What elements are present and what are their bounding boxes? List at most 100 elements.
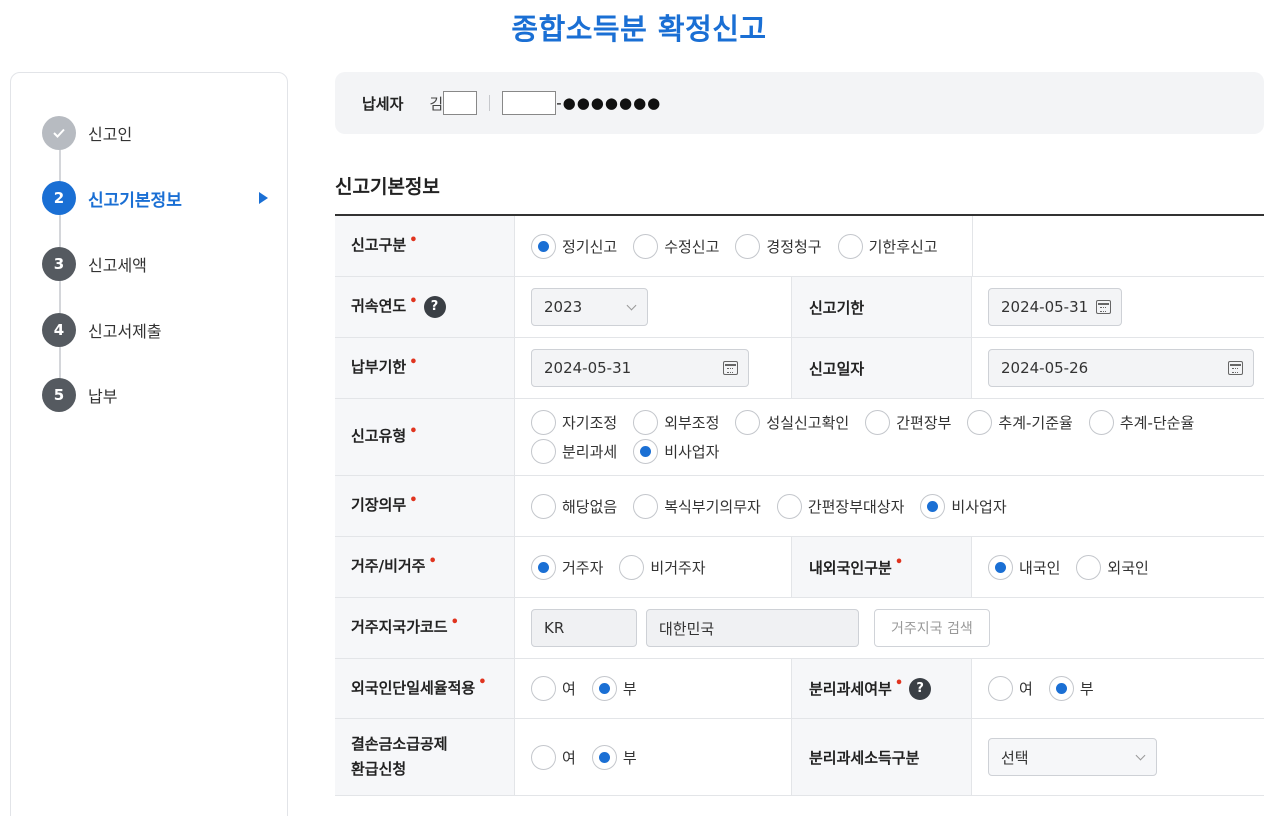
report-kind-header: 신고유형 • <box>335 399 515 475</box>
tax-year-select[interactable]: 2023 <box>531 288 648 326</box>
radio-late[interactable]: 기한후신고 <box>837 233 938 259</box>
radio-circle[interactable] <box>531 493 556 519</box>
step-sidebar: 신고인 2 신고기본정보 3 신고세액 4 신고서제출 5 납부 <box>10 72 288 816</box>
radio-label: 여 <box>562 748 576 767</box>
radio-estimate-simple[interactable]: 추계-단순율 <box>1088 410 1195 435</box>
step-basic-info[interactable]: 2 신고기본정보 <box>42 181 282 215</box>
radio-separate-yes[interactable]: 여 <box>988 676 1033 701</box>
radio-label: 경정청구 <box>766 237 822 256</box>
radio-external-adjust[interactable]: 외부조정 <box>633 410 719 435</box>
radio-faithful-check[interactable]: 성실신고확인 <box>735 410 849 435</box>
radio-separate-no[interactable]: 부 <box>1048 676 1094 701</box>
nationality-options: 내국인 외국인 <box>972 537 1264 597</box>
radio-label: 거주자 <box>562 558 604 577</box>
radio-circle[interactable] <box>865 410 891 435</box>
radio-circle[interactable] <box>735 233 761 259</box>
radio-label: 추계-단순율 <box>1119 414 1195 432</box>
radio-circle[interactable] <box>531 233 556 259</box>
report-date-input[interactable]: 2024-05-26 <box>988 349 1254 387</box>
report-deadline-header: 신고기한 <box>791 277 972 337</box>
radio-flat-yes[interactable]: 여 <box>531 676 576 701</box>
radio-loss-no[interactable]: 부 <box>591 744 637 770</box>
radio-circle[interactable] <box>633 439 659 464</box>
help-icon[interactable]: ? <box>909 677 932 700</box>
separate-income-select[interactable]: 선택 <box>988 738 1157 776</box>
step-number: 3 <box>42 247 76 281</box>
tax-year-cell: 2023 <box>515 277 791 337</box>
section-title: 신고기본정보 <box>335 176 440 198</box>
row-report-type: 신고구분 • 정기신고 수정신고 경정청구 기한후신고 <box>335 216 1264 277</box>
radio-circle[interactable] <box>776 493 802 519</box>
radio-circle[interactable] <box>988 676 1013 701</box>
radio-none[interactable]: 해당없음 <box>531 493 617 519</box>
radio-regular[interactable]: 정기신고 <box>531 233 617 259</box>
separate-tax-options: 여 부 <box>972 659 1264 718</box>
step-reporter[interactable]: 신고인 <box>42 116 282 150</box>
calendar-icon[interactable] <box>1228 361 1243 375</box>
radio-loss-yes[interactable]: 여 <box>531 744 576 770</box>
radio-circle[interactable] <box>1048 676 1074 701</box>
tax-year-header: 귀속연도 • ? <box>335 277 515 337</box>
radio-correction[interactable]: 경정청구 <box>735 233 822 259</box>
radio-circle[interactable] <box>633 410 659 435</box>
radio-circle[interactable] <box>591 676 617 701</box>
radio-circle[interactable] <box>967 410 993 435</box>
required-mark: • <box>409 232 418 248</box>
step-tax-amount[interactable]: 3 신고세액 <box>42 247 282 281</box>
help-icon[interactable]: ? <box>423 296 446 318</box>
step-payment[interactable]: 5 납부 <box>42 378 282 412</box>
radio-simple-entry[interactable]: 간편장부대상자 <box>776 493 905 519</box>
payment-deadline-date[interactable]: 2024-05-31 <box>531 349 749 387</box>
radio-self-adjust[interactable]: 자기조정 <box>531 410 617 435</box>
loss-refund-header: 결손금소급공제 환급신청 <box>335 719 515 795</box>
radio-foreign[interactable]: 외국인 <box>1076 554 1149 580</box>
radio-non-business[interactable]: 비사업자 <box>633 439 719 464</box>
country-code-cell: KR 대한민국 거주지국 검색 <box>515 598 1264 658</box>
radio-circle[interactable] <box>531 744 556 770</box>
radio-circle[interactable] <box>735 410 761 435</box>
required-mark: • <box>428 553 437 569</box>
radio-circle[interactable] <box>531 554 556 580</box>
payment-deadline-header: 납부기한 • <box>335 338 515 398</box>
country-search-button[interactable]: 거주지국 검색 <box>874 609 990 647</box>
radio-circle[interactable] <box>1076 554 1102 580</box>
row-residency: 거주/비거주 • 거주자 비거주자 내외국인구분 • 내국인 외국인 <box>335 537 1264 598</box>
radio-circle[interactable] <box>633 493 659 519</box>
radio-non-business-book[interactable]: 비사업자 <box>920 493 1007 519</box>
radio-circle[interactable] <box>591 744 617 770</box>
radio-circle[interactable] <box>837 233 863 259</box>
step-submit[interactable]: 4 신고서제출 <box>42 313 282 347</box>
radio-separate-tax[interactable]: 분리과세 <box>531 439 617 464</box>
flat-rate-label: 외국인단일세율적용 <box>351 678 476 697</box>
radio-double-entry[interactable]: 복식부기의무자 <box>633 493 761 519</box>
flat-rate-header: 외국인단일세율적용 • <box>335 659 515 718</box>
basic-info-form: 신고구분 • 정기신고 수정신고 경정청구 기한후신고 귀속연도 • ? 2023 … <box>335 214 1264 796</box>
radio-simple-book[interactable]: 간편장부 <box>865 410 951 435</box>
radio-label: 비사업자 <box>951 497 1007 516</box>
radio-label: 수정신고 <box>664 237 720 256</box>
radio-flat-no[interactable]: 부 <box>591 676 637 701</box>
radio-circle[interactable] <box>920 493 946 519</box>
taxpayer-bar: 납세자 김 -●●●●●●● <box>335 72 1264 134</box>
radio-circle[interactable] <box>531 439 556 464</box>
radio-resident[interactable]: 거주자 <box>531 554 604 580</box>
calendar-icon[interactable] <box>723 361 738 375</box>
radio-label: 부 <box>622 748 637 767</box>
radio-non-resident[interactable]: 비거주자 <box>619 554 706 580</box>
taxpayer-name-prefix: 김 <box>429 94 444 113</box>
radio-circle[interactable] <box>531 676 556 701</box>
radio-circle[interactable] <box>633 233 659 259</box>
radio-label: 부 <box>1079 680 1094 698</box>
radio-circle[interactable] <box>619 554 645 580</box>
radio-label: 성실신고확인 <box>766 414 850 432</box>
separate-income-label: 분리과세소득구분 <box>809 748 920 767</box>
radio-domestic[interactable]: 내국인 <box>988 554 1060 580</box>
radio-label: 부 <box>622 680 637 698</box>
bookkeeping-options: 해당없음 복식부기의무자 간편장부대상자 비사업자 <box>515 476 1264 536</box>
radio-amend[interactable]: 수정신고 <box>633 233 720 259</box>
radio-circle[interactable] <box>1088 410 1114 435</box>
radio-circle[interactable] <box>531 410 556 435</box>
radio-label: 간편장부대상자 <box>807 497 905 516</box>
radio-estimate-standard[interactable]: 추계-기준율 <box>967 410 1073 435</box>
radio-circle[interactable] <box>988 554 1013 580</box>
